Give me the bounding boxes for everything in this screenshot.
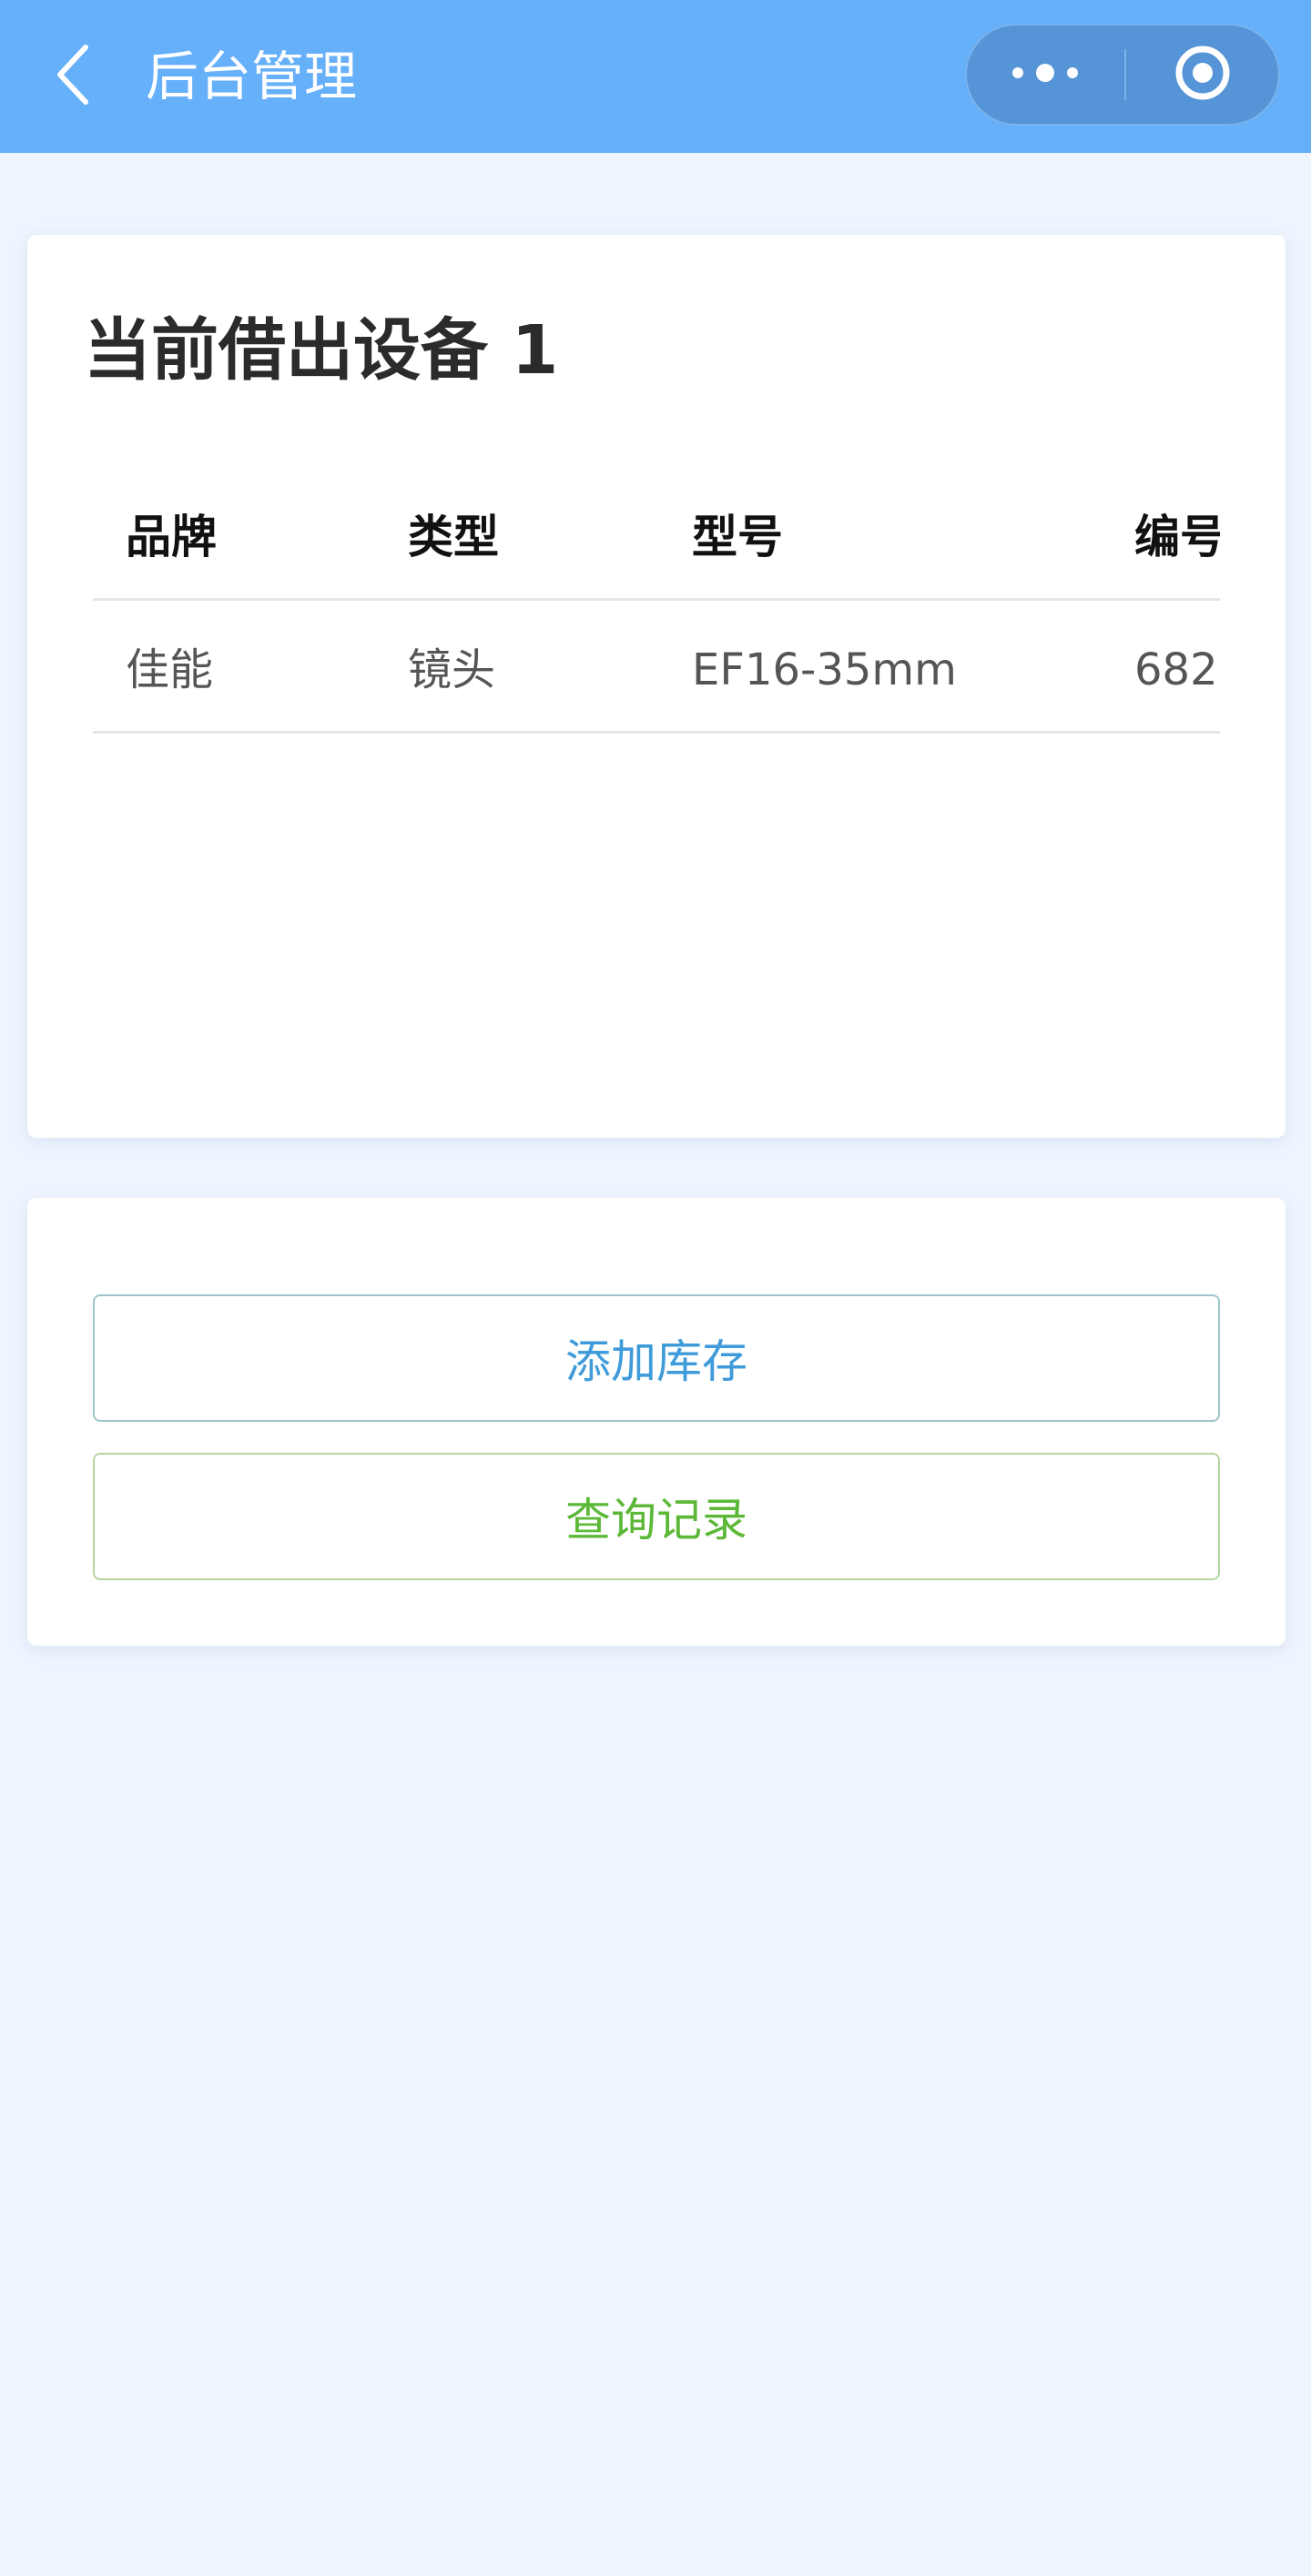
target-circle-icon: [1173, 43, 1233, 106]
column-header-model: 型号: [692, 511, 783, 563]
table-row: 佳能 镜头 EF16-35mm 6824: [93, 606, 1220, 734]
column-header-number: 编号: [1134, 511, 1220, 563]
mini-program-capsule: [965, 24, 1280, 126]
add-stock-button[interactable]: 添加库存: [93, 1294, 1220, 1422]
query-records-button[interactable]: 查询记录: [93, 1453, 1220, 1580]
cell-number: 6824: [1134, 644, 1220, 695]
back-button[interactable]: [36, 33, 109, 120]
navigation-bar: 后台管理: [0, 0, 1311, 153]
page-title: 后台管理: [146, 46, 358, 107]
cell-model: EF16-35mm: [692, 644, 957, 695]
more-button[interactable]: [967, 25, 1123, 124]
borrowed-equipment-table: 品牌 类型 型号 编号 佳能 镜头 EF16-35mm 6824: [93, 473, 1220, 746]
cell-type: 镜头: [408, 644, 496, 695]
capsule-divider: [1124, 49, 1126, 100]
more-dots-icon: [1011, 62, 1080, 87]
column-header-brand: 品牌: [126, 511, 217, 563]
close-button[interactable]: [1127, 25, 1278, 124]
borrowed-equipment-title: 当前借出设备 1: [84, 311, 559, 390]
table-header-row: 品牌 类型 型号 编号: [93, 473, 1220, 601]
chevron-left-icon: [53, 42, 93, 111]
column-header-type: 类型: [408, 511, 499, 563]
cell-brand: 佳能: [126, 644, 214, 695]
